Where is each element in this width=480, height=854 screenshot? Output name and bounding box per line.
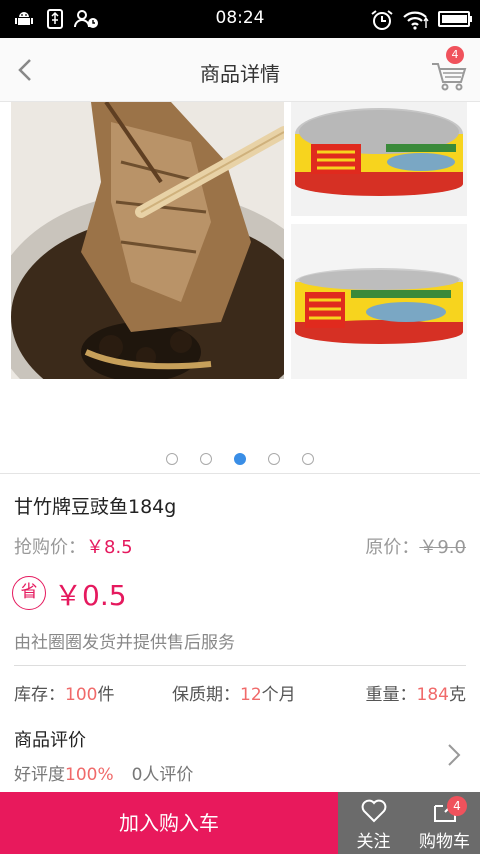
review-rate-label: 好评度: [14, 765, 65, 785]
reviews-summary: 好评度100% 0人评价: [14, 760, 193, 785]
spec-weight-value: 184: [416, 685, 449, 705]
fish-can-image: [291, 102, 467, 216]
save-amount: ￥0.5: [54, 579, 127, 612]
product-image-can-1[interactable]: [291, 102, 467, 216]
save-badge: 省: [12, 576, 46, 610]
review-rate-value: 100%: [65, 765, 114, 785]
bottom-action-bar: 加入购入车 关注 4 购物车: [0, 792, 480, 854]
spec-shelf-unit: 个月: [261, 685, 296, 705]
divider: [14, 665, 466, 666]
review-count: 0人评价: [131, 765, 194, 785]
product-image-main[interactable]: [11, 102, 284, 379]
price-row: 抢购价：￥8.5 原价：￥9.0: [14, 533, 466, 559]
original-price-label: 原价：: [365, 537, 420, 558]
spec-stock: 库存：100件: [14, 680, 114, 705]
gallery-dot-3[interactable]: [234, 452, 246, 465]
gallery-dot-4[interactable]: [268, 452, 280, 465]
spec-shelf-label: 保质期：: [172, 685, 240, 705]
header-cart-badge: 4: [446, 46, 464, 64]
gallery-dot-1[interactable]: [166, 452, 178, 465]
spec-stock-label: 库存：: [14, 685, 65, 705]
spec-stock-unit: 件: [97, 685, 115, 705]
cart-badge: 4: [447, 796, 467, 816]
follow-label: 关注: [356, 832, 391, 852]
add-to-cart-button[interactable]: 加入购入车: [0, 792, 338, 854]
product-specs: 库存：100件 保质期：12个月 重量：184克: [14, 680, 466, 706]
status-bar: 08:24: [0, 0, 480, 38]
page-title: 商品详情: [200, 62, 280, 86]
fish-can-image: [291, 224, 467, 379]
service-note: 由社圈圈发货并提供售后服务: [14, 633, 235, 653]
spec-weight-label: 重量：: [365, 685, 417, 705]
gallery-dot-5[interactable]: [302, 452, 314, 465]
app-header: 商品详情 4: [0, 38, 480, 102]
reviews-link[interactable]: 商品评价 好评度100% 0人评价: [14, 724, 466, 786]
original-price: ￥9.0: [419, 537, 466, 558]
heart-icon: [361, 799, 387, 823]
product-name: 甘竹牌豆豉鱼184g: [14, 496, 177, 518]
alarm-icon: [371, 10, 393, 30]
reviews-title: 商品评价: [14, 730, 86, 751]
follow-button[interactable]: 关注: [338, 792, 409, 854]
gallery-pagination: [0, 448, 480, 465]
product-gallery[interactable]: [0, 102, 480, 474]
chevron-right-icon: [448, 744, 461, 766]
spec-weight-unit: 克: [449, 685, 466, 705]
spec-shelf-value: 12: [240, 685, 262, 705]
fish-closeup-image: [11, 102, 284, 379]
spec-weight: 重量：184克: [366, 680, 466, 705]
spec-shelf-life: 保质期：12个月: [172, 680, 296, 705]
original-price-group: 原价：￥9.0: [365, 533, 466, 559]
sale-price: ￥8.5: [86, 537, 133, 558]
cart-label: 购物车: [419, 832, 470, 852]
product-image-can-2[interactable]: [291, 224, 467, 379]
spec-stock-value: 100: [65, 685, 98, 705]
cart-button[interactable]: 4 购物车: [409, 792, 480, 854]
battery-icon: [438, 11, 472, 27]
sale-price-label: 抢购价：: [14, 537, 86, 558]
gallery-dot-2[interactable]: [200, 452, 212, 465]
wifi-icon: [403, 11, 429, 30]
header-cart-button[interactable]: 4: [428, 46, 472, 94]
